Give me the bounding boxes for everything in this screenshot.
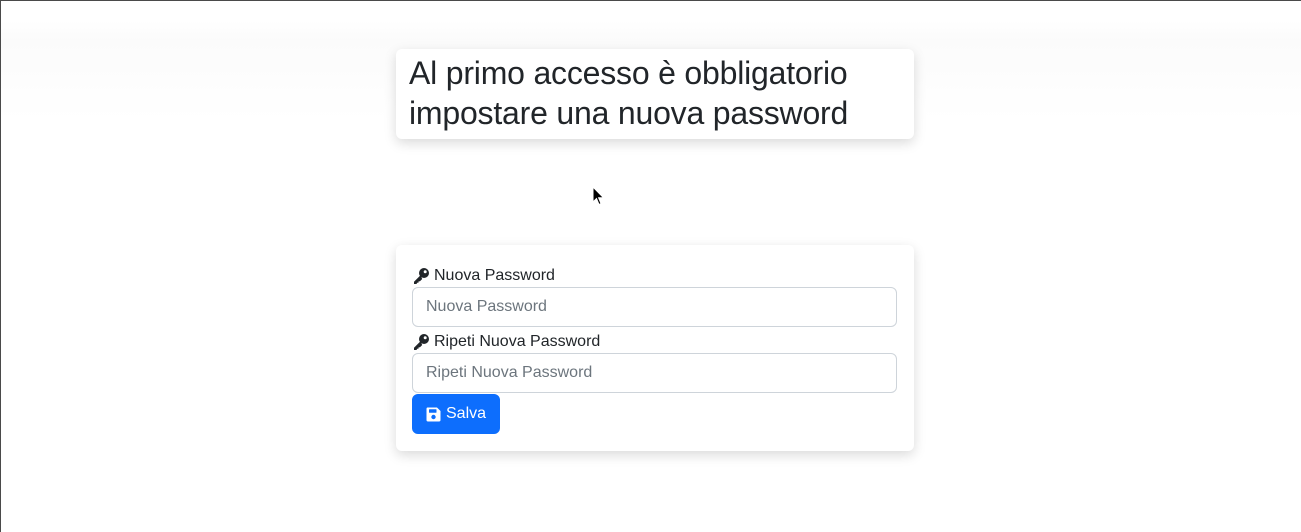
password-form: Nuova Password Ripeti Nuova Password Sal… xyxy=(396,245,914,451)
key-icon xyxy=(412,333,430,351)
save-button-label: Salva xyxy=(446,405,487,422)
repeat-password-label: Ripeti Nuova Password xyxy=(412,331,898,353)
new-password-label-text: Nuova Password xyxy=(434,267,555,284)
new-password-input[interactable] xyxy=(412,287,897,327)
key-icon xyxy=(412,267,430,285)
page-title-line-2: impostare una nuova password xyxy=(409,95,849,131)
repeat-password-label-text: Ripeti Nuova Password xyxy=(434,333,601,350)
page-frame: Al primo accesso è obbligatorio impostar… xyxy=(0,0,1301,532)
mouse-cursor-icon xyxy=(592,185,606,206)
title-card: Al primo accesso è obbligatorio impostar… xyxy=(396,49,914,139)
repeat-password-input[interactable] xyxy=(412,353,897,393)
page-title-line-1: Al primo accesso è obbligatorio xyxy=(409,55,848,91)
floppy-disk-icon xyxy=(426,407,441,422)
new-password-label: Nuova Password xyxy=(412,265,898,287)
page-title: Al primo accesso è obbligatorio impostar… xyxy=(409,53,901,133)
save-button[interactable]: Salva xyxy=(412,394,501,434)
